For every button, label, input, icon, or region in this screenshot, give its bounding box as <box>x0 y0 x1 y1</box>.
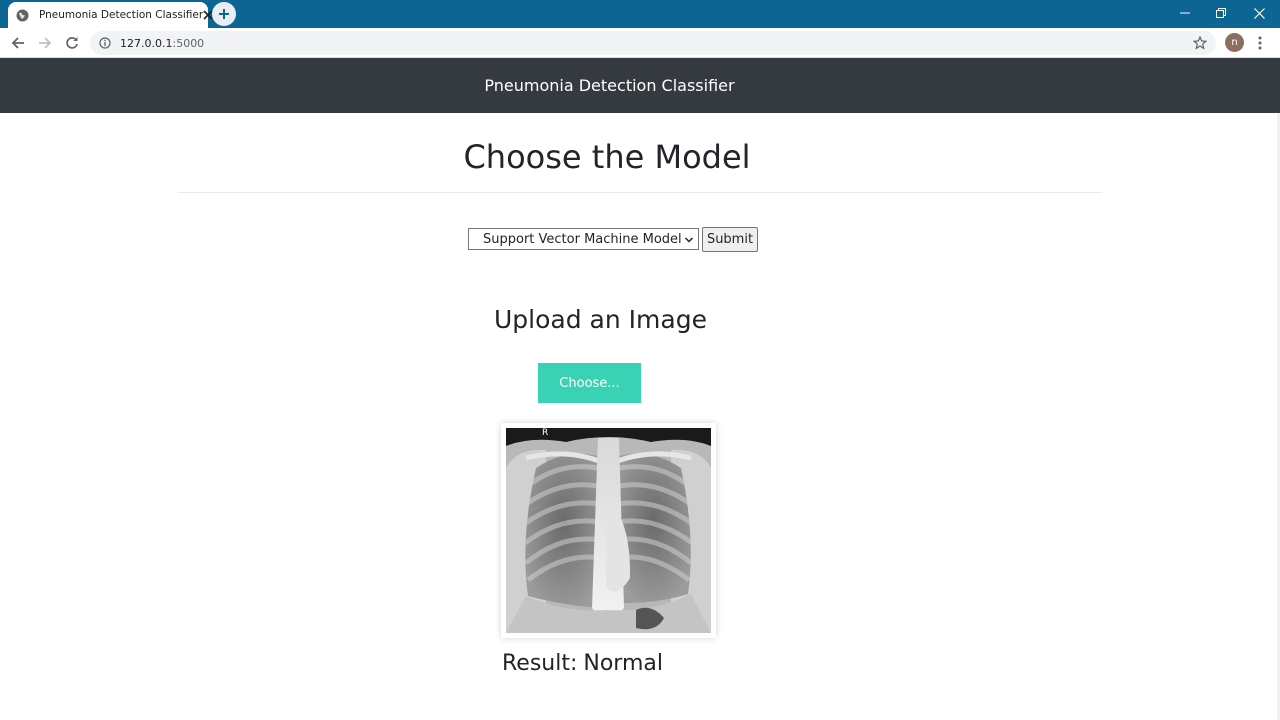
upload-heading: Upload an Image <box>494 305 707 334</box>
info-icon[interactable] <box>98 36 112 50</box>
image-side-marker: R <box>542 428 548 438</box>
browser-titlebar: Pneumonia Detection Classifier <box>0 0 1280 28</box>
tab-title: Pneumonia Detection Classifier <box>39 9 204 21</box>
uploaded-image-preview: R <box>501 423 716 638</box>
profile-avatar[interactable]: n <box>1225 33 1244 52</box>
site-navbar: Pneumonia Detection Classifier <box>0 58 1280 113</box>
choose-file-button[interactable]: Choose... <box>538 363 641 403</box>
browser-tab[interactable]: Pneumonia Detection Classifier <box>8 2 213 28</box>
model-select[interactable]: Support Vector Machine Model <box>468 228 699 250</box>
url-text: 127.0.0.1:5000 <box>120 37 204 50</box>
back-arrow-icon[interactable] <box>7 33 29 53</box>
address-bar[interactable]: 127.0.0.1:5000 <box>90 31 1216 55</box>
divider <box>178 192 1102 193</box>
selected-model: Support Vector Machine Model <box>483 231 682 247</box>
chest-xray-image: R <box>506 428 711 633</box>
url-host: 127.0.0.1 <box>120 36 173 50</box>
new-tab-button[interactable] <box>212 2 236 26</box>
navbar-brand[interactable]: Pneumonia Detection Classifier <box>484 76 734 95</box>
result-label: Result: <box>502 651 578 676</box>
url-port: :5000 <box>172 36 205 50</box>
browser-toolbar: 127.0.0.1:5000 n <box>0 28 1280 58</box>
globe-icon <box>16 9 29 22</box>
star-icon[interactable] <box>1192 35 1208 51</box>
forward-arrow-icon[interactable] <box>34 33 56 53</box>
model-heading: Choose the Model <box>463 138 751 176</box>
restore-icon[interactable] <box>1202 0 1240 26</box>
kebab-menu-icon[interactable] <box>1252 33 1268 53</box>
result-text: Result: Normal <box>502 651 663 676</box>
chevron-down-icon <box>684 234 694 244</box>
minimize-icon[interactable] <box>1166 0 1204 26</box>
submit-button[interactable]: Submit <box>702 227 758 252</box>
page-title: Choose the Model <box>0 138 1280 176</box>
plus-icon <box>218 5 230 24</box>
window-close-icon[interactable] <box>1240 0 1278 26</box>
result-value: Normal <box>583 651 663 676</box>
reload-icon[interactable] <box>61 33 83 53</box>
